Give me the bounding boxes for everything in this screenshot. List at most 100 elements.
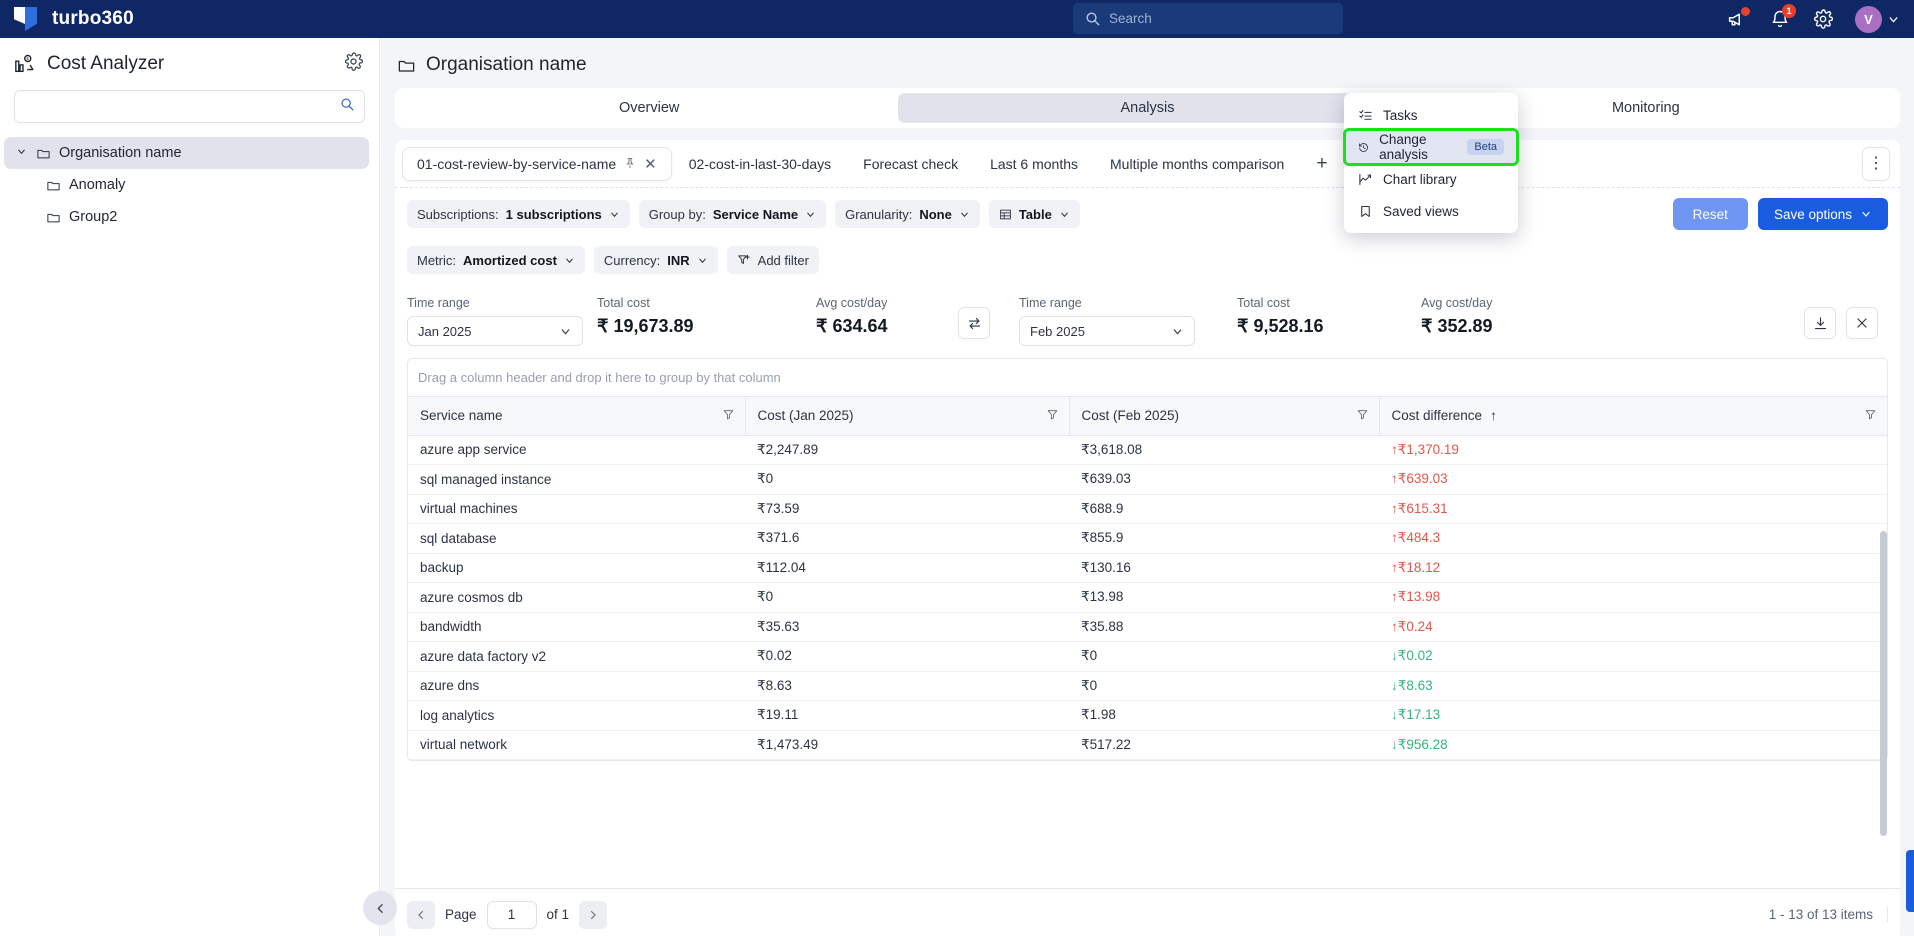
cell-cost-feb: ₹35.88 xyxy=(1069,612,1379,642)
next-page-button[interactable] xyxy=(579,900,608,929)
table-row[interactable]: virtual machines ₹73.59 ₹688.9 ↑₹615.31 xyxy=(408,494,1887,524)
cell-cost-difference: ↑₹484.3 xyxy=(1379,523,1887,554)
column-cost-jan[interactable]: Cost (Jan 2025) xyxy=(745,397,1070,436)
analysis-subtabs: 01-cost-review-by-service-name ✕ 02-cost… xyxy=(395,140,1900,188)
chip-key: Granularity: xyxy=(845,206,913,222)
table-row[interactable]: azure dns ₹8.63 ₹0 ↓₹8.63 xyxy=(408,671,1887,701)
sidebar-item-organisation-name[interactable]: Organisation name xyxy=(4,137,369,169)
table-row[interactable]: azure app service ₹2,247.89 ₹3,618.08 ↑₹1,3… xyxy=(408,435,1887,465)
table-row[interactable]: sql database ₹371.6 ₹855.9 ↑₹484.3 xyxy=(408,523,1887,554)
chip-group-by[interactable]: Group by: Service Name xyxy=(638,200,827,228)
close-comparison-button[interactable] xyxy=(1846,307,1878,339)
filter-icon[interactable] xyxy=(1864,408,1877,424)
brand[interactable]: turbo360 xyxy=(0,7,134,31)
table-row[interactable]: azure cosmos db ₹0 ₹13.98 ↑₹13.98 xyxy=(408,582,1887,613)
subtab-last-6-months[interactable]: Last 6 months xyxy=(976,149,1092,179)
sidebar-search[interactable] xyxy=(14,90,365,123)
left-total-cost: Total cost ₹ 19,673.89 xyxy=(597,290,797,337)
filter-icon[interactable] xyxy=(722,408,735,424)
cell-cost-difference: ↓₹8.63 xyxy=(1379,671,1887,701)
subtab-02-cost-in-last-30-days[interactable]: 02-cost-in-last-30-days xyxy=(675,149,845,179)
avg-cost-label: Avg cost/day xyxy=(1421,296,1493,310)
menu-item-tasks[interactable]: Tasks xyxy=(1344,99,1518,131)
search-input[interactable] xyxy=(1109,11,1331,26)
previous-page-button[interactable] xyxy=(407,900,435,929)
chevron-down-icon[interactable] xyxy=(16,145,28,161)
column-cost-difference[interactable]: Cost difference ↑ xyxy=(1379,397,1887,436)
cell-cost-difference: ↑₹615.31 xyxy=(1379,494,1887,524)
cell-cost-jan: ₹1,473.49 xyxy=(745,730,1069,760)
add-analysis-tab-button[interactable]: + xyxy=(1302,151,1341,177)
table-row[interactable]: virtual network ₹1,473.49 ₹517.22 ↓₹956.28 xyxy=(408,730,1887,760)
chip-subscriptions[interactable]: Subscriptions: 1 subscriptions xyxy=(407,200,630,228)
column-cost-feb[interactable]: Cost (Feb 2025) xyxy=(1069,397,1380,436)
page-total-label: of 1 xyxy=(546,907,570,922)
chip-value: Add filter xyxy=(757,252,809,268)
chip-currency[interactable]: Currency: INR xyxy=(593,246,718,274)
global-search[interactable] xyxy=(1073,3,1343,34)
left-time-range-select[interactable]: Jan 2025 xyxy=(407,316,583,346)
table-row[interactable]: sql managed instance ₹0 ₹639.03 ↑₹639.03 xyxy=(408,464,1887,495)
table-icon xyxy=(999,209,1011,219)
left-time-range-value: Jan 2025 xyxy=(418,323,472,339)
time-range-label: Time range xyxy=(1019,296,1082,310)
tab-analysis[interactable]: Analysis xyxy=(898,93,1397,123)
sidebar-collapse-button[interactable] xyxy=(363,891,397,925)
column-service-name[interactable]: Service name xyxy=(408,397,746,436)
sidebar-item-anomaly[interactable]: Anomaly xyxy=(0,169,379,201)
chip-view-type[interactable]: Table xyxy=(988,200,1080,228)
menu-item-saved-views[interactable]: Saved views xyxy=(1344,195,1518,227)
column-label: Cost (Feb 2025) xyxy=(1081,408,1180,424)
page-number-input[interactable] xyxy=(486,900,537,929)
sidebar-search-input[interactable] xyxy=(25,99,340,114)
close-icon[interactable]: ✕ xyxy=(644,155,657,173)
subtab-multiple-months-comparison[interactable]: Multiple months comparison xyxy=(1096,149,1298,179)
table-vertical-scrollbar[interactable] xyxy=(1880,531,1887,836)
more-options-kebab-icon[interactable]: ⋮ xyxy=(1862,147,1890,181)
reset-button[interactable]: Reset xyxy=(1672,198,1748,230)
notifications-bell-icon[interactable]: 1 xyxy=(1769,4,1796,30)
add-filter-button[interactable]: Add filter xyxy=(726,246,819,274)
main-content: Organisation name Overview Analysis Moni… xyxy=(381,38,1914,936)
megaphone-icon[interactable] xyxy=(1726,7,1750,30)
tab-overview[interactable]: Overview xyxy=(400,93,898,123)
menu-item-change-analysis[interactable]: Change analysis Beta xyxy=(1343,128,1519,166)
chevron-left-icon xyxy=(376,903,383,913)
right-time-range-select[interactable]: Feb 2025 xyxy=(1019,316,1195,346)
subtab-forecast-check[interactable]: Forecast check xyxy=(849,149,972,179)
filter-icon[interactable] xyxy=(1356,408,1369,424)
chevron-down-icon xyxy=(1862,211,1870,217)
items-count-label: 1 - 13 of 13 items xyxy=(1769,907,1888,922)
search-icon xyxy=(1086,12,1100,26)
download-button[interactable] xyxy=(1804,307,1836,339)
filter-icon[interactable] xyxy=(1046,408,1059,424)
sidebar-settings-gear-icon[interactable] xyxy=(344,52,364,76)
cell-service-name: virtual network xyxy=(408,730,745,760)
cell-cost-jan: ₹8.63 xyxy=(745,671,1069,701)
table-row[interactable]: log analytics ₹19.11 ₹1.98 ↓₹17.13 xyxy=(408,700,1887,731)
right-edge-handle[interactable] xyxy=(1906,850,1914,912)
table-row[interactable]: bandwidth ₹35.63 ₹35.88 ↑₹0.24 xyxy=(408,612,1887,642)
chip-granularity[interactable]: Granularity: None xyxy=(835,200,980,228)
chevron-down-icon xyxy=(1061,212,1068,217)
subtab-01-cost-review-by-service-name[interactable]: 01-cost-review-by-service-name ✕ xyxy=(403,147,671,180)
chip-metric[interactable]: Metric: Amortized cost xyxy=(407,246,585,274)
group-by-dropzone[interactable]: Drag a column header and drop it here to… xyxy=(408,359,1887,397)
save-options-button[interactable]: Save options xyxy=(1757,198,1888,230)
cell-cost-difference: ↓₹17.13 xyxy=(1379,700,1887,731)
swap-ranges-button[interactable] xyxy=(958,307,990,339)
menu-item-chart-library[interactable]: Chart library xyxy=(1344,163,1518,195)
table-row[interactable]: azure data factory v2 ₹0.02 ₹0 ↓₹0.02 xyxy=(408,641,1887,672)
table-row[interactable]: backup ₹112.04 ₹130.16 ↑₹18.12 xyxy=(408,553,1887,583)
gear-icon[interactable] xyxy=(1812,8,1834,30)
cell-service-name: azure cosmos db xyxy=(408,582,745,613)
pin-icon[interactable] xyxy=(624,156,636,172)
sidebar-item-group2[interactable]: Group2 xyxy=(0,201,379,233)
menu-item-label: Tasks xyxy=(1383,107,1418,123)
table-body: azure app service ₹2,247.89 ₹3,618.08 ↑₹1,3… xyxy=(408,435,1887,760)
user-menu[interactable]: V xyxy=(1855,5,1900,33)
avg-cost-value: ₹ 634.64 xyxy=(816,316,888,336)
chip-key: Currency: xyxy=(603,252,661,268)
cell-service-name: bandwidth xyxy=(408,612,745,642)
total-cost-value: ₹ 19,673.89 xyxy=(597,316,694,336)
